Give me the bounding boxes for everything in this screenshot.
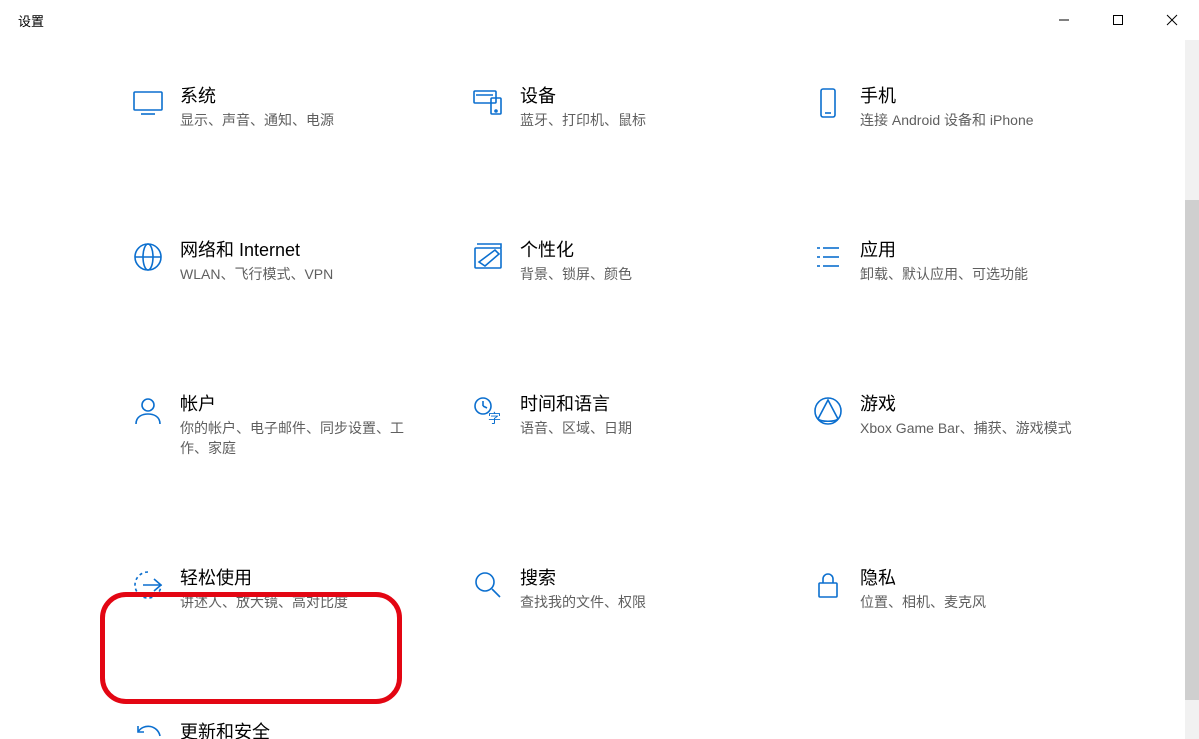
ease-of-access-icon — [116, 566, 180, 602]
update-security-icon — [116, 720, 180, 739]
personalization-icon — [456, 238, 520, 274]
tile-privacy[interactable]: 隐私 位置、相机、麦克风 — [790, 562, 1110, 616]
tile-subtitle: 连接 Android 设备和 iPhone — [860, 110, 1034, 130]
window-controls — [1037, 0, 1199, 40]
tile-phone[interactable]: 手机 连接 Android 设备和 iPhone — [790, 80, 1110, 134]
tile-title: 系统 — [180, 84, 334, 108]
time-language-icon: 字 — [456, 392, 520, 428]
tile-gaming[interactable]: 游戏 Xbox Game Bar、捕获、游戏模式 — [790, 388, 1110, 462]
maximize-icon — [1112, 14, 1124, 26]
tile-title: 应用 — [860, 238, 1028, 262]
tile-system[interactable]: 系统 显示、声音、通知、电源 — [110, 80, 430, 134]
maximize-button[interactable] — [1091, 0, 1145, 40]
tile-update-security[interactable]: 更新和安全 Windows 更新、恢复、备份 — [110, 716, 430, 739]
tile-subtitle: Xbox Game Bar、捕获、游戏模式 — [860, 418, 1072, 438]
tile-subtitle: 蓝牙、打印机、鼠标 — [520, 110, 646, 130]
tile-title: 轻松使用 — [180, 566, 348, 590]
window-title: 设置 — [18, 11, 44, 30]
privacy-icon — [796, 566, 860, 602]
close-button[interactable] — [1145, 0, 1199, 40]
accounts-icon — [116, 392, 180, 428]
tile-accounts[interactable]: 帐户 你的帐户、电子邮件、同步设置、工作、家庭 — [110, 388, 430, 462]
tile-devices[interactable]: 设备 蓝牙、打印机、鼠标 — [450, 80, 770, 134]
tile-subtitle: 讲述人、放大镜、高对比度 — [180, 592, 348, 612]
tile-subtitle: 显示、声音、通知、电源 — [180, 110, 334, 130]
tile-subtitle: WLAN、飞行模式、VPN — [180, 264, 333, 284]
apps-icon — [796, 238, 860, 274]
tile-title: 网络和 Internet — [180, 238, 333, 262]
tile-personalization[interactable]: 个性化 背景、锁屏、颜色 — [450, 234, 770, 288]
tile-subtitle: 卸载、默认应用、可选功能 — [860, 264, 1028, 284]
tile-title: 帐户 — [180, 392, 410, 416]
tile-subtitle: 语音、区域、日期 — [520, 418, 632, 438]
tile-title: 设备 — [520, 84, 646, 108]
tile-subtitle: 背景、锁屏、颜色 — [520, 264, 632, 284]
tile-title: 游戏 — [860, 392, 1072, 416]
svg-text:字: 字 — [488, 411, 501, 426]
tile-title: 搜索 — [520, 566, 646, 590]
tile-search[interactable]: 搜索 查找我的文件、权限 — [450, 562, 770, 616]
tile-title: 手机 — [860, 84, 1034, 108]
tile-subtitle: 查找我的文件、权限 — [520, 592, 646, 612]
settings-grid: 系统 显示、声音、通知、电源 设备 蓝牙、打印机、鼠标 手机 连接 Androi… — [110, 80, 1090, 739]
tile-title: 个性化 — [520, 238, 632, 262]
tile-ease-of-access[interactable]: 轻松使用 讲述人、放大镜、高对比度 — [110, 562, 430, 616]
system-icon — [116, 84, 180, 120]
scrollbar-thumb[interactable] — [1185, 200, 1199, 700]
tile-title: 隐私 — [860, 566, 986, 590]
search-icon — [456, 566, 520, 602]
minimize-button[interactable] — [1037, 0, 1091, 40]
devices-icon — [456, 84, 520, 120]
tile-subtitle: 你的帐户、电子邮件、同步设置、工作、家庭 — [180, 418, 410, 458]
phone-icon — [796, 84, 860, 120]
titlebar: 设置 — [0, 0, 1199, 40]
close-icon — [1166, 14, 1178, 26]
minimize-icon — [1058, 14, 1070, 26]
tile-time-language[interactable]: 字 时间和语言 语音、区域、日期 — [450, 388, 770, 462]
tile-title: 时间和语言 — [520, 392, 632, 416]
tile-network[interactable]: 网络和 Internet WLAN、飞行模式、VPN — [110, 234, 430, 288]
tile-apps[interactable]: 应用 卸载、默认应用、可选功能 — [790, 234, 1110, 288]
network-icon — [116, 238, 180, 274]
tile-subtitle: 位置、相机、麦克风 — [860, 592, 986, 612]
gaming-icon — [796, 392, 860, 428]
tile-title: 更新和安全 — [180, 720, 353, 739]
